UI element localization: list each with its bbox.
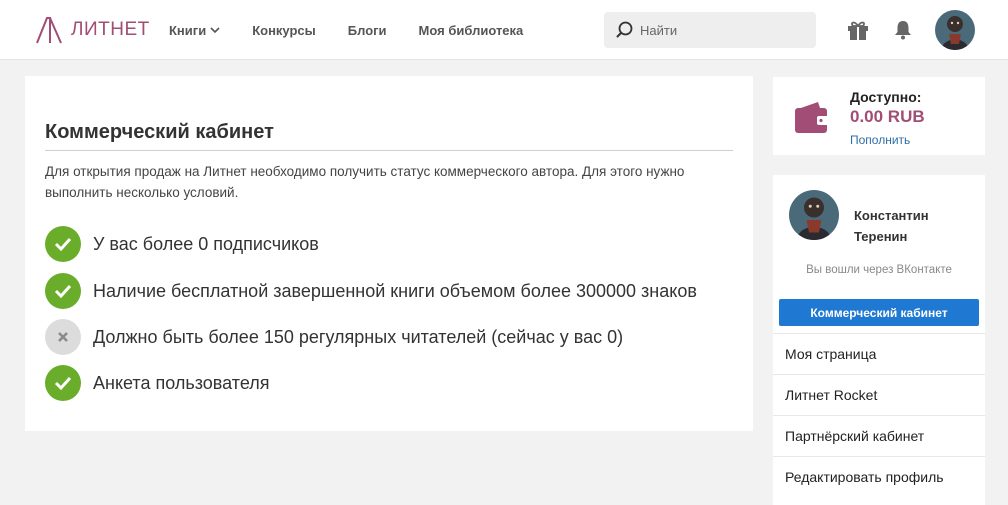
page-title: Коммерческий кабинет [45, 121, 274, 143]
condition-item: Наличие бесплатной завершенной книги объ… [45, 273, 697, 309]
logo-text: ЛИТНЕТ [71, 19, 150, 40]
profile-name[interactable]: Константин Теренин [854, 205, 974, 247]
wallet-card: Доступно: 0.00 RUB Пополнить [773, 77, 985, 155]
litnet-logo-icon [36, 17, 62, 44]
nav-books-label: Книги [169, 22, 207, 38]
bell-icon[interactable] [894, 20, 912, 40]
gift-icon[interactable] [847, 19, 869, 41]
avatar-image [935, 10, 975, 50]
login-method-note: Вы вошли через ВКонтакте [806, 264, 952, 276]
chevron-down-icon [210, 27, 220, 34]
condition-text: Анкета пользователя [93, 372, 270, 393]
check-icon [45, 365, 81, 401]
logo[interactable]: ЛИТНЕТ [35, 15, 150, 45]
check-icon [45, 273, 81, 309]
menu-item-my-page[interactable]: Моя страница [773, 333, 985, 374]
commerce-description: Для открытия продаж на Литнет необходимо… [45, 164, 685, 200]
condition-text: Должно быть более 150 регулярных читател… [93, 326, 624, 347]
commerce-cabinet-button[interactable]: Коммерческий кабинет [779, 299, 979, 326]
condition-item: Должно быть более 150 регулярных читател… [45, 319, 623, 355]
nav-my-library[interactable]: Моя библиотека [419, 23, 524, 38]
menu-item-partner-cabinet[interactable]: Партнёрский кабинет [773, 415, 985, 456]
profile-menu: Моя страница Литнет Rocket Партнёрский к… [773, 333, 985, 497]
wallet-icon [795, 102, 830, 133]
menu-item-litnet-rocket[interactable]: Литнет Rocket [773, 374, 985, 415]
menu-item-edit-profile[interactable]: Редактировать профиль [773, 456, 985, 497]
profile-card: Константин Теренин Вы вошли через ВКонта… [773, 175, 985, 505]
search-input[interactable] [640, 22, 800, 38]
commerce-panel: Коммерческий кабинет Для открытия продаж… [25, 76, 753, 431]
cross-icon [45, 319, 81, 355]
main-nav: Книги Конкурсы Блоги Моя библиотека [169, 0, 555, 60]
nav-blogs-label: Блоги [347, 22, 387, 38]
nav-contests-label: Конкурсы [252, 22, 316, 38]
search-box [604, 12, 816, 48]
check-icon [45, 226, 81, 262]
nav-books[interactable]: Книги [169, 23, 220, 38]
condition-text: Наличие бесплатной завершенной книги объ… [93, 280, 697, 301]
wallet-balance: 0.00 RUB [850, 107, 925, 126]
avatar-image [789, 190, 839, 240]
user-avatar[interactable] [935, 10, 975, 50]
top-header: ЛИТНЕТ Книги Конкурсы Блоги Моя библиоте… [0, 0, 1008, 60]
topup-link[interactable]: Пополнить [850, 133, 910, 147]
profile-avatar[interactable] [789, 190, 839, 240]
search-icon[interactable] [616, 21, 634, 39]
nav-blogs[interactable]: Блоги [348, 23, 387, 38]
title-divider [45, 150, 733, 151]
nav-contests[interactable]: Конкурсы [252, 23, 316, 38]
condition-text: У вас более 0 подписчиков [93, 233, 319, 254]
condition-item: Анкета пользователя [45, 365, 269, 401]
condition-item: У вас более 0 подписчиков [45, 226, 319, 262]
nav-my-library-label: Моя библиотека [418, 22, 524, 38]
wallet-label: Доступно: [850, 89, 922, 105]
